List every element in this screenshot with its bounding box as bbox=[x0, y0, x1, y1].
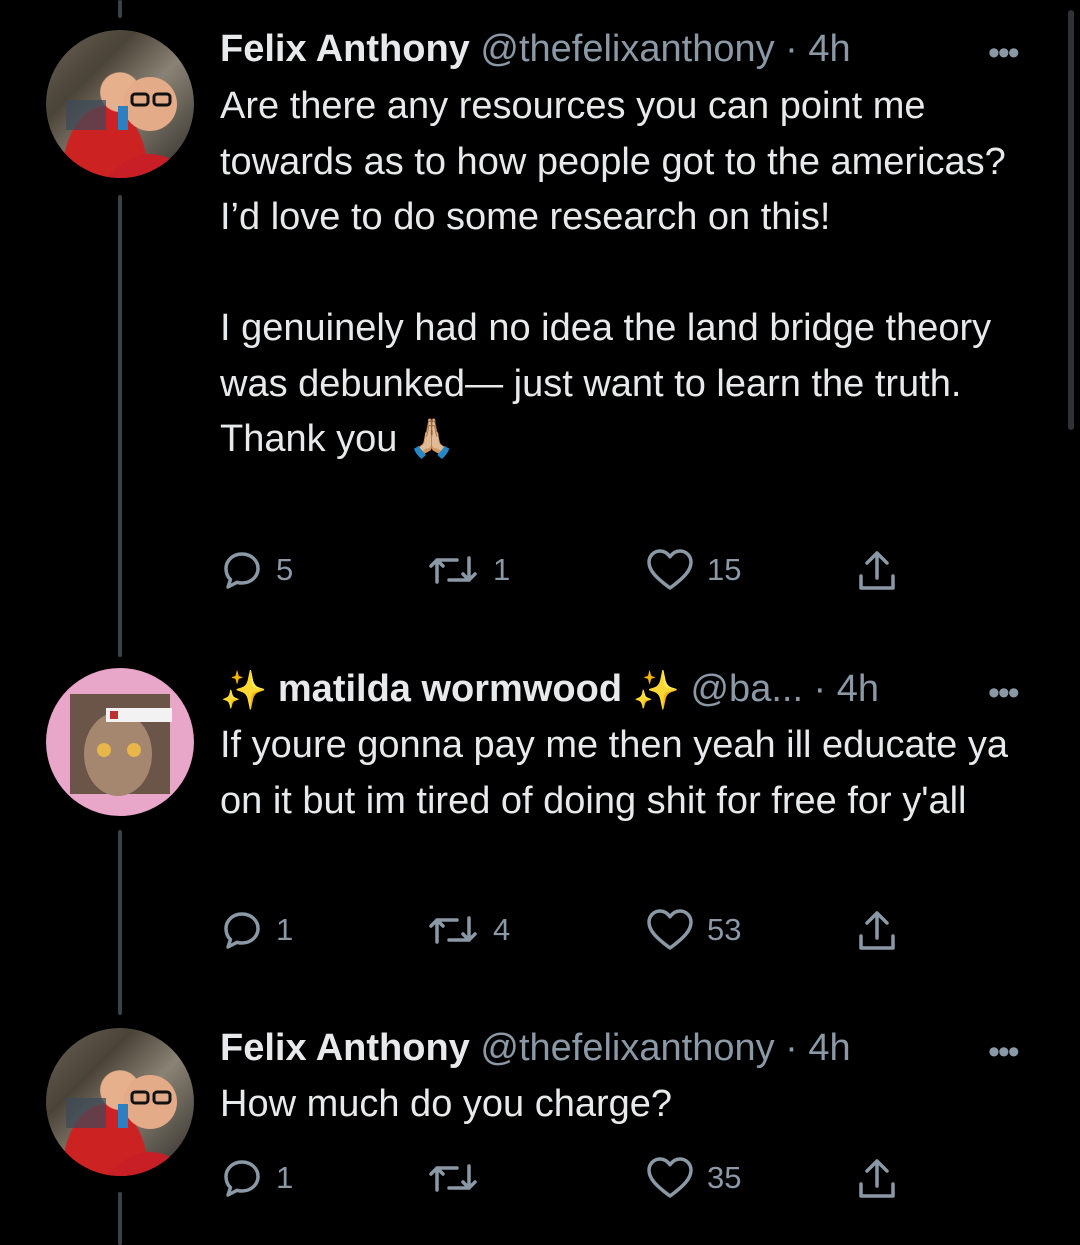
tweet-text: How much do you charge? bbox=[220, 1083, 673, 1125]
tweet-header: Felix Anthony @thefelixanthony · 4h bbox=[220, 1027, 851, 1070]
separator: · bbox=[774, 1027, 809, 1069]
tweet-actions: 1 35 bbox=[220, 1156, 940, 1202]
more-options-icon[interactable]: ••• bbox=[988, 1033, 1020, 1072]
like-count: 53 bbox=[707, 912, 742, 947]
heart-icon bbox=[647, 549, 693, 590]
share-icon bbox=[859, 551, 895, 590]
sparkles-icon: ✨ bbox=[220, 669, 268, 712]
reply-count: 1 bbox=[276, 1160, 294, 1195]
display-name[interactable]: Felix Anthony bbox=[220, 1027, 470, 1069]
separator: · bbox=[774, 28, 809, 70]
timestamp[interactable]: 4h bbox=[808, 28, 850, 70]
display-name[interactable]: Felix Anthony bbox=[220, 28, 470, 70]
like-count: 35 bbox=[707, 1160, 742, 1195]
scrollbar[interactable] bbox=[1068, 10, 1074, 430]
handle[interactable]: @ba... bbox=[690, 668, 803, 710]
reply-button[interactable]: 5 bbox=[220, 548, 293, 592]
retweet-icon bbox=[429, 1164, 477, 1192]
share-icon bbox=[859, 1159, 895, 1198]
retweet-button[interactable]: 1 bbox=[425, 548, 510, 592]
separator: · bbox=[803, 668, 837, 710]
display-name[interactable]: matilda wormwood bbox=[278, 668, 622, 710]
retweet-button[interactable] bbox=[425, 1156, 493, 1200]
share-button[interactable] bbox=[854, 908, 900, 954]
share-icon bbox=[859, 911, 895, 950]
reply-count: 1 bbox=[276, 912, 294, 947]
timestamp[interactable]: 4h bbox=[837, 668, 879, 710]
tweet-header: Felix Anthony @thefelixanthony · 4h bbox=[220, 28, 851, 71]
avatar[interactable] bbox=[46, 1028, 194, 1176]
avatar[interactable] bbox=[46, 668, 194, 816]
thread-line bbox=[118, 830, 122, 1015]
retweet-icon bbox=[429, 556, 477, 584]
handle[interactable]: @thefelixanthony bbox=[480, 1027, 774, 1069]
retweet-button[interactable]: 4 bbox=[425, 908, 510, 952]
like-button[interactable]: 35 bbox=[645, 1156, 741, 1200]
share-button[interactable] bbox=[854, 1156, 900, 1202]
like-count: 15 bbox=[707, 552, 742, 587]
tweet-header: ✨ matilda wormwood ✨ @ba... · 4h bbox=[220, 668, 879, 713]
handle[interactable]: @thefelixanthony bbox=[480, 28, 774, 70]
more-options-icon[interactable]: ••• bbox=[988, 34, 1020, 73]
timestamp[interactable]: 4h bbox=[808, 1027, 850, 1069]
reply-icon bbox=[224, 1160, 260, 1197]
retweet-icon bbox=[429, 916, 477, 944]
thread-line bbox=[118, 1192, 122, 1245]
share-button[interactable] bbox=[854, 548, 900, 594]
heart-icon bbox=[647, 1157, 693, 1198]
reply-button[interactable]: 1 bbox=[220, 1156, 293, 1200]
like-button[interactable]: 53 bbox=[645, 908, 741, 952]
reply-icon bbox=[224, 552, 260, 589]
retweet-count: 1 bbox=[493, 552, 511, 587]
reply-button[interactable]: 1 bbox=[220, 908, 293, 952]
more-options-icon[interactable]: ••• bbox=[988, 674, 1020, 713]
reply-count: 5 bbox=[276, 552, 294, 587]
retweet-count: 4 bbox=[493, 912, 511, 947]
heart-icon bbox=[647, 909, 693, 950]
avatar[interactable] bbox=[46, 30, 194, 178]
tweet-text: Are there any resources you can point me… bbox=[220, 85, 1006, 460]
tweet-text: If youre gonna pay me then yeah ill educ… bbox=[220, 724, 1019, 822]
tweet-actions: 1 4 53 bbox=[220, 908, 940, 954]
tweet[interactable]: Felix Anthony @thefelixanthony · 4h ••• … bbox=[0, 0, 1080, 620]
tweet-actions: 5 1 15 bbox=[220, 548, 940, 594]
sparkles-icon: ✨ bbox=[632, 669, 680, 712]
like-button[interactable]: 15 bbox=[645, 548, 741, 592]
reply-icon bbox=[224, 912, 260, 949]
